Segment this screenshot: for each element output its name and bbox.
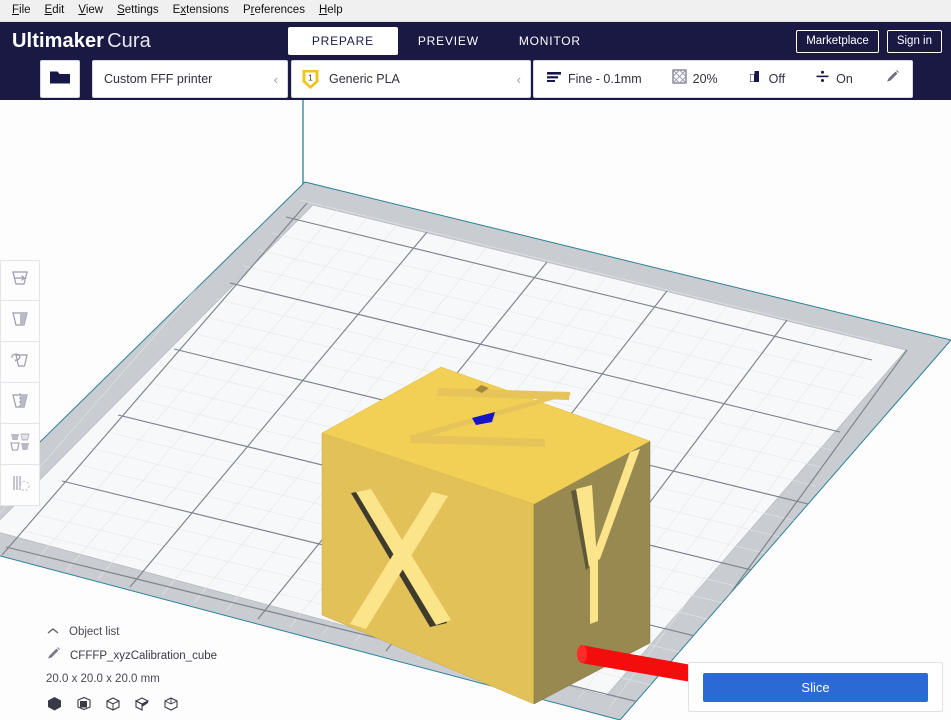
menu-bar: File Edit View Settings Extensions Prefe… [0,0,951,22]
cube-outline-icon[interactable] [104,695,121,712]
header-actions: Marketplace Sign in [796,22,942,60]
adhesion-setting[interactable]: On [815,69,853,89]
support-label: Off [768,72,786,86]
support-icon [748,69,763,89]
menu-view-accel: V [78,4,86,16]
svg-text:1: 1 [308,72,313,82]
menu-item-extensions[interactable]: Extensions [166,1,236,20]
object-list-panel: Object list CFFFP_xyzCalibration_cube 20… [46,623,326,712]
support-blocker-icon [9,472,31,499]
chevron-up-icon [46,623,60,641]
object-dimensions: 20.0 x 20.0 x 20.0 mm [46,673,160,685]
object-list-item[interactable]: CFFFP_xyzCalibration_cube [46,646,326,666]
cube-wireframe-icon[interactable] [162,695,179,712]
menu-item-preferences[interactable]: Preferences [236,1,312,20]
menu-item-file[interactable]: File [5,1,38,20]
adhesion-icon [815,69,830,89]
mirror-tool[interactable] [0,383,40,424]
move-icon [9,267,31,294]
support-blocker-tool[interactable] [0,465,40,506]
mirror-icon [9,390,31,417]
menu-item-edit[interactable]: Edit [38,1,72,20]
menu-edit-post: dit [52,4,65,16]
cube-shaded-icon[interactable] [75,695,92,712]
per-model-settings-icon [9,431,31,458]
object-list-label: Object list [69,625,120,638]
menu-file-post: ile [19,4,31,16]
slice-panel: Slice [688,662,943,712]
pencil-icon [46,646,61,666]
tab-monitor[interactable]: MONITOR [499,27,601,55]
menu-item-help[interactable]: Help [312,1,350,20]
cube-open-icon[interactable] [133,695,150,712]
menu-file-accel: F [12,4,20,16]
profile-setting[interactable]: Fine - 0.1mm [546,70,642,89]
app-header: Ultimaker Cura PREPARE PREVIEW MONITOR Ma… [0,22,951,60]
move-tool[interactable] [0,260,40,301]
brand-ultimaker: Ultimaker [12,29,105,52]
menu-preferences-pre: P [242,4,251,16]
printer-name: Custom FFF printer [104,72,213,86]
menu-extensions-post: tensions [186,4,229,16]
extruder-number-icon: 1 [301,69,320,90]
chevron-left-icon: ‹ [273,71,278,87]
material-selector[interactable]: 1 Generic PLA ‹ [291,60,531,98]
view-mode-icons [46,695,326,712]
chevron-left-icon: ‹ [516,71,521,87]
signin-button[interactable]: Sign in [886,29,942,53]
printer-selector[interactable]: Custom FFF printer ‹ [92,60,288,98]
edit-print-settings-button[interactable] [885,69,900,89]
menu-item-view[interactable]: View [71,1,110,20]
object-name: CFFFP_xyzCalibration_cube [70,650,218,662]
cura-application-window: File Edit View Settings Extensions Prefe… [0,0,951,720]
main-tabs: PREPARE PREVIEW MONITOR [287,22,601,60]
scale-icon [9,308,31,335]
tab-preview[interactable]: PREVIEW [398,27,499,55]
folder-open-icon [49,68,71,91]
menu-help-post: elp [327,4,343,16]
pencil-icon [885,69,900,89]
tab-prepare[interactable]: PREPARE [287,27,398,55]
object-list-header[interactable]: Object list [46,623,326,640]
slice-button[interactable]: Slice [703,672,928,702]
marketplace-button[interactable]: Marketplace [796,29,879,53]
print-settings-selector[interactable]: Fine - 0.1mm 20% Off On [533,60,913,98]
menu-preferences-post: eferences [254,4,305,16]
material-name: Generic PLA [329,72,400,86]
menu-settings-post: ettings [124,4,159,16]
profile-label: Fine - 0.1mm [568,72,642,86]
infill-label: 20% [692,72,718,86]
infill-icon [672,69,687,89]
layer-height-icon [546,70,562,89]
infill-setting[interactable]: 20% [672,69,718,89]
adhesion-label: On [836,72,853,86]
menu-view-post: iew [85,4,104,16]
open-file-button[interactable] [40,60,80,98]
scale-tool[interactable] [0,301,40,342]
brand-cura: Cura [107,29,151,52]
cube-solid-icon[interactable] [46,695,63,712]
app-logo: Ultimaker Cura [12,30,151,53]
menu-item-settings[interactable]: Settings [110,1,166,20]
rotate-icon [9,349,31,376]
rotate-tool[interactable] [0,342,40,383]
tool-column [0,260,40,506]
support-setting[interactable]: Off [748,69,785,89]
menu-settings-accel: S [117,4,125,16]
per-model-settings-tool[interactable] [0,424,40,465]
